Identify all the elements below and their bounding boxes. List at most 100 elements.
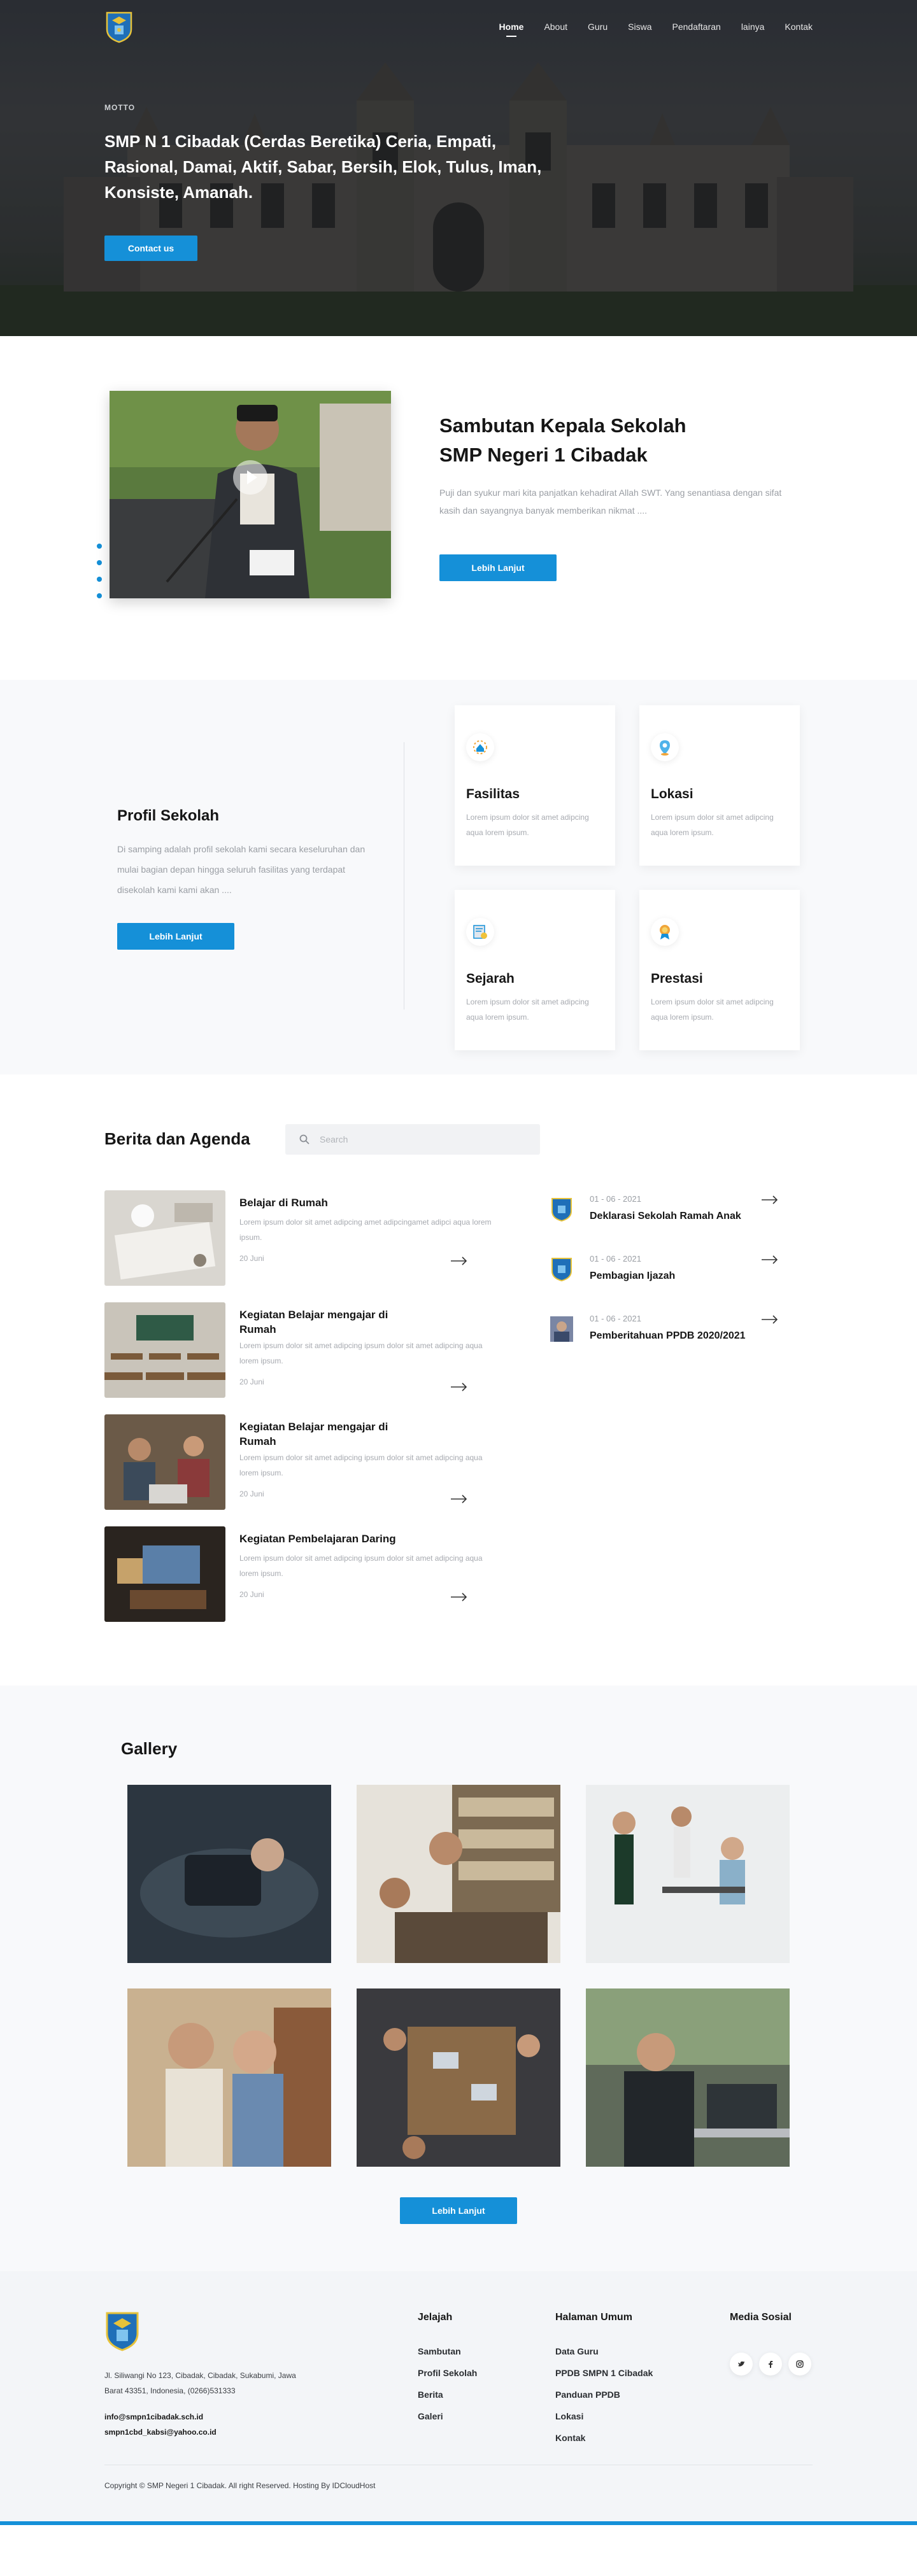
agenda-title: Pemberitahuan PPDB 2020/2021: [590, 1330, 746, 1341]
news-item[interactable]: Kegiatan Belajar mengajar di Rumah Lorem…: [104, 1414, 506, 1510]
footer-link-data-guru[interactable]: Data Guru: [555, 2346, 599, 2356]
news-thumbnail: [104, 1526, 225, 1622]
sambutan-more-button[interactable]: Lebih Lanjut: [439, 554, 557, 581]
sambutan-title-line1: Sambutan Kepala Sekolah: [439, 414, 686, 437]
certificate-icon: [466, 918, 494, 946]
agenda-thumbnail: [550, 1316, 573, 1342]
arrow-right-icon[interactable]: [451, 1256, 467, 1265]
footer-jelajah-title: Jelajah: [418, 2312, 453, 2323]
play-icon[interactable]: [233, 460, 267, 495]
footer-link-galeri[interactable]: Galeri: [418, 2411, 443, 2421]
card-sejarah[interactable]: Sejarah Lorem ipsum dolor sit amet adipc…: [455, 890, 615, 1050]
card-lokasi[interactable]: Lokasi Lorem ipsum dolor sit amet adipci…: [639, 705, 800, 866]
nav-kontak[interactable]: Kontak: [785, 22, 813, 32]
nav-home[interactable]: Home: [499, 22, 523, 37]
news-item[interactable]: Kegiatan Belajar mengajar di Rumah Lorem…: [104, 1302, 506, 1398]
nav-about[interactable]: About: [544, 22, 567, 32]
footer-link-kontak[interactable]: Kontak: [555, 2433, 585, 2443]
principal-photo: [110, 391, 391, 598]
profil-section: Profil Sekolah Di samping adalah profil …: [0, 680, 917, 1074]
footer-address: Jl. Siliwangi No 123, Cibadak, Cibadak, …: [104, 2371, 296, 2395]
news-thumbnail: [104, 1190, 225, 1286]
agenda-date: 01 - 06 - 2021: [590, 1314, 641, 1323]
search-box: [285, 1124, 540, 1155]
card-text: Lorem ipsum dolor sit amet adipcing aqua…: [466, 997, 589, 1022]
hero-section: Home About Guru Siswa Pendaftaran lainya…: [0, 0, 917, 336]
news-date: 20 Juni: [239, 1590, 264, 1599]
arrow-right-icon[interactable]: [762, 1315, 778, 1324]
news-item[interactable]: Belajar di Rumah Lorem ipsum dolor sit a…: [104, 1190, 506, 1286]
gallery-image[interactable]: [357, 1988, 560, 2167]
news-item[interactable]: Kegiatan Pembelajaran Daring Lorem ipsum…: [104, 1526, 506, 1622]
footer-link-berita[interactable]: Berita: [418, 2389, 443, 2400]
nav-lainya[interactable]: lainya: [741, 22, 765, 32]
building-icon: [466, 733, 494, 761]
card-title: Sejarah: [466, 971, 515, 986]
search-input[interactable]: [320, 1124, 523, 1155]
footer-email[interactable]: info@smpn1cibadak.sch.id: [104, 2412, 203, 2421]
school-logo[interactable]: [104, 10, 134, 43]
footer-link-ppdb[interactable]: PPDB SMPN 1 Cibadak: [555, 2368, 653, 2378]
nav-pendaftaran[interactable]: Pendaftaran: [672, 22, 721, 32]
card-prestasi[interactable]: Prestasi Lorem ipsum dolor sit amet adip…: [639, 890, 800, 1050]
twitter-icon[interactable]: [730, 2353, 753, 2375]
card-title: Fasilitas: [466, 787, 520, 801]
gallery-title: Gallery: [121, 1739, 178, 1758]
profil-title: Profil Sekolah: [117, 807, 220, 824]
gallery-more-button[interactable]: Lebih Lanjut: [400, 2197, 517, 2224]
instagram-icon[interactable]: [788, 2353, 811, 2375]
motto-text: SMP N 1 Cibadak (Cerdas Beretika) Ceria,…: [104, 132, 542, 202]
agenda-title: Pembagian Ijazah: [590, 1270, 676, 1281]
berita-title: Berita dan Agenda: [104, 1129, 250, 1148]
arrow-right-icon[interactable]: [451, 1495, 467, 1503]
footer-link-profil[interactable]: Profil Sekolah: [418, 2368, 477, 2378]
news-text: Lorem ipsum dolor sit amet adipcing ipsu…: [239, 1554, 483, 1578]
footer-link-lokasi[interactable]: Lokasi: [555, 2411, 583, 2421]
principal-video[interactable]: [110, 391, 391, 598]
agenda-date: 01 - 06 - 2021: [590, 1194, 641, 1204]
news-thumbnail: [104, 1414, 225, 1510]
card-fasilitas[interactable]: Fasilitas Lorem ipsum dolor sit amet adi…: [455, 705, 615, 866]
gallery-image[interactable]: [127, 1785, 331, 1963]
search-icon: [299, 1134, 309, 1144]
facebook-icon[interactable]: [759, 2353, 782, 2375]
gallery-image[interactable]: [586, 1988, 790, 2167]
arrow-right-icon[interactable]: [762, 1195, 778, 1204]
motto-label: MOTTO: [104, 103, 136, 112]
medal-icon: [651, 918, 679, 946]
nav-siswa[interactable]: Siswa: [628, 22, 651, 32]
sambutan-title-line2: SMP Negeri 1 Cibadak: [439, 444, 648, 466]
footer-link-sambutan[interactable]: Sambutan: [418, 2346, 461, 2356]
gallery-image[interactable]: [586, 1785, 790, 1963]
gallery-image[interactable]: [127, 1988, 331, 2167]
arrow-right-icon[interactable]: [762, 1255, 778, 1264]
gallery-section: Gallery Lebih Lanjut: [0, 1686, 917, 2271]
contact-us-button[interactable]: Contact us: [104, 236, 197, 261]
footer-halaman-title: Halaman Umum: [555, 2312, 632, 2323]
agenda-date: 01 - 06 - 2021: [590, 1254, 641, 1263]
news-title: Kegiatan Pembelajaran Daring: [239, 1533, 396, 1545]
school-logo-icon: [551, 1198, 572, 1222]
footer-accent-bar: [0, 2521, 917, 2525]
footer-link-panduan[interactable]: Panduan PPDB: [555, 2389, 620, 2400]
arrow-right-icon[interactable]: [451, 1593, 467, 1601]
gallery-image[interactable]: [357, 1785, 560, 1963]
profil-text: Di samping adalah profil sekolah kami se…: [117, 844, 366, 895]
footer-logo[interactable]: [104, 2311, 140, 2351]
news-text: Lorem ipsum dolor sit amet adipcing ipsu…: [239, 1341, 483, 1365]
news-text: Lorem ipsum dolor sit amet adipcing amet…: [239, 1218, 492, 1242]
agenda-item[interactable]: 01 - 06 - 2021 Deklarasi Sekolah Ramah A…: [548, 1194, 815, 1232]
profil-more-button[interactable]: Lebih Lanjut: [117, 923, 234, 950]
news-date: 20 Juni: [239, 1377, 264, 1386]
card-title: Prestasi: [651, 971, 703, 986]
sambutan-text: Puji dan syukur mari kita panjatkan keha…: [439, 488, 782, 516]
agenda-item[interactable]: 01 - 06 - 2021 Pemberitahuan PPDB 2020/2…: [548, 1314, 815, 1352]
news-title: Kegiatan Belajar mengajar di Rumah: [239, 1421, 388, 1447]
nav-guru[interactable]: Guru: [588, 22, 608, 32]
main-nav: Home About Guru Siswa Pendaftaran lainya…: [479, 22, 813, 37]
news-thumbnail: [104, 1302, 225, 1398]
agenda-item[interactable]: 01 - 06 - 2021 Pembagian Ijazah: [548, 1254, 815, 1292]
arrow-right-icon[interactable]: [451, 1383, 467, 1391]
news-date: 20 Juni: [239, 1489, 264, 1498]
footer-email-alt[interactable]: smpn1cbd_kabsi@yahoo.co.id: [104, 2428, 217, 2437]
